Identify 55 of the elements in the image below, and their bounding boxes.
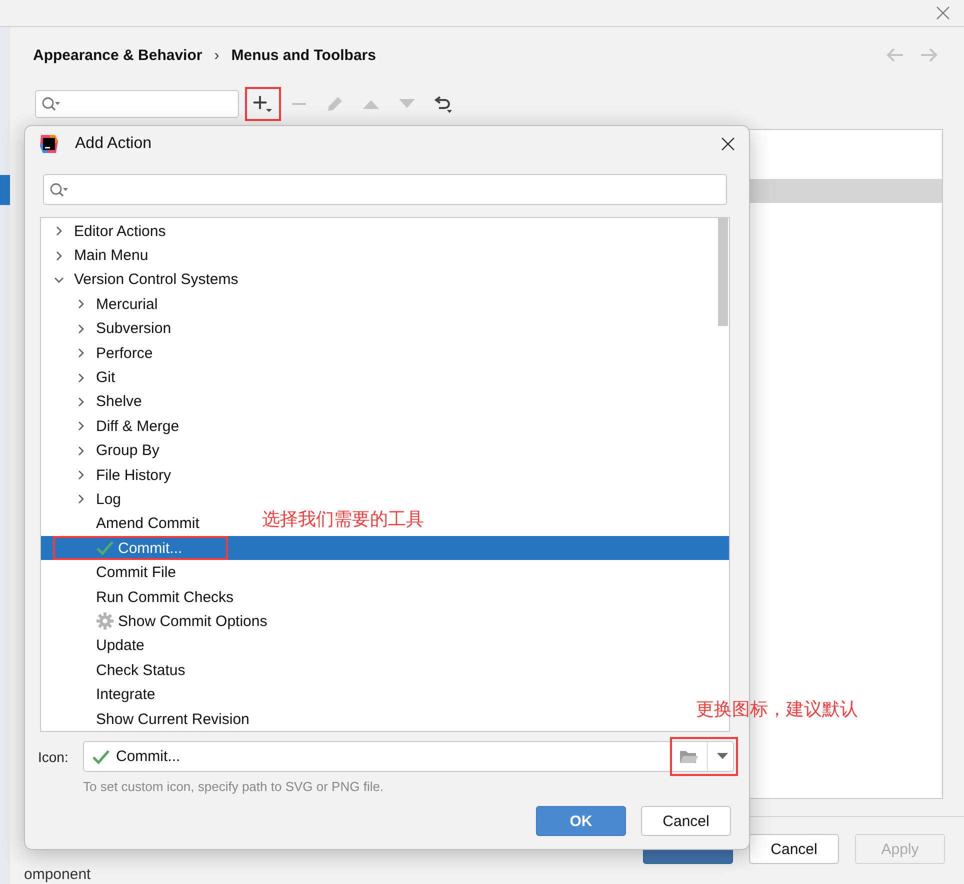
tree-item[interactable]: Diff & Merge: [75, 414, 180, 438]
breadcrumb-item[interactable]: Menus and Toolbars: [231, 46, 376, 64]
add-button[interactable]: [245, 87, 281, 121]
annotation-text: 更换图标，建议默认: [696, 698, 858, 721]
up-triangle-icon: [362, 98, 380, 110]
dialog-title: Add Action: [75, 135, 152, 153]
tree-item[interactable]: Version Control Systems: [53, 268, 238, 292]
plus-icon: [252, 94, 274, 114]
search-icon: [41, 96, 61, 112]
cancel-button[interactable]: Cancel: [641, 806, 731, 836]
tree-item[interactable]: Integrate: [75, 682, 156, 707]
breadcrumb-item[interactable]: Appearance & Behavior: [33, 46, 202, 64]
ok-button[interactable]: OK: [536, 806, 626, 836]
tree-item[interactable]: Show Commit Options: [75, 609, 268, 634]
tree-item[interactable]: Update: [75, 634, 144, 658]
restore-icon: [433, 94, 453, 114]
tree-item[interactable]: Run Commit Checks: [75, 585, 234, 610]
annotation-text: 选择我们需要的工具: [262, 508, 424, 531]
search-icon: [49, 182, 69, 198]
tree-item[interactable]: File History: [75, 463, 172, 488]
close-button[interactable]: [721, 137, 735, 151]
scrollbar-thumb[interactable]: [718, 218, 728, 326]
folder-icon: [679, 748, 699, 764]
close-icon: [936, 6, 950, 20]
minus-icon: [292, 103, 306, 105]
tree-item[interactable]: Show Current Revision: [75, 707, 250, 731]
tree-item[interactable]: Group By: [75, 438, 160, 463]
hint-text: To set custom icon, specify path to SVG or PNG file.: [83, 779, 385, 794]
left-arrow-icon: [886, 48, 904, 62]
tree-item[interactable]: Main Menu: [53, 244, 148, 268]
tree-item[interactable]: Amend Commit: [75, 512, 200, 536]
search-field[interactable]: [43, 174, 727, 205]
tree-item[interactable]: Mercurial: [75, 292, 158, 316]
down-triangle-icon: [398, 98, 416, 110]
check-icon: [96, 540, 114, 556]
search-field[interactable]: [35, 90, 239, 118]
close-icon: [721, 137, 735, 151]
check-icon: [92, 748, 110, 764]
tree-item[interactable]: Commit File: [75, 560, 176, 585]
sidebar-selection: [0, 175, 10, 205]
pencil-icon: [325, 94, 345, 114]
settings-label: omponent: [24, 866, 91, 883]
app-logo-icon: [39, 134, 59, 154]
dialog-button[interactable]: Cancel: [749, 834, 839, 864]
tree-item[interactable]: Editor Actions: [53, 219, 166, 244]
right-arrow-icon: [920, 48, 938, 62]
breadcrumb-separator: ›: [214, 46, 220, 64]
tree-item[interactable]: Check Status: [75, 658, 186, 682]
tree-item[interactable]: Log: [75, 487, 122, 512]
tree-item[interactable]: Git: [75, 366, 116, 390]
caret-icon: [717, 753, 728, 760]
tree-item[interactable]: Subversion: [75, 316, 172, 341]
tree-item[interactable]: Perforce: [75, 341, 153, 366]
field-label: Icon:: [38, 748, 70, 764]
tree-item[interactable]: Shelve: [75, 390, 142, 414]
